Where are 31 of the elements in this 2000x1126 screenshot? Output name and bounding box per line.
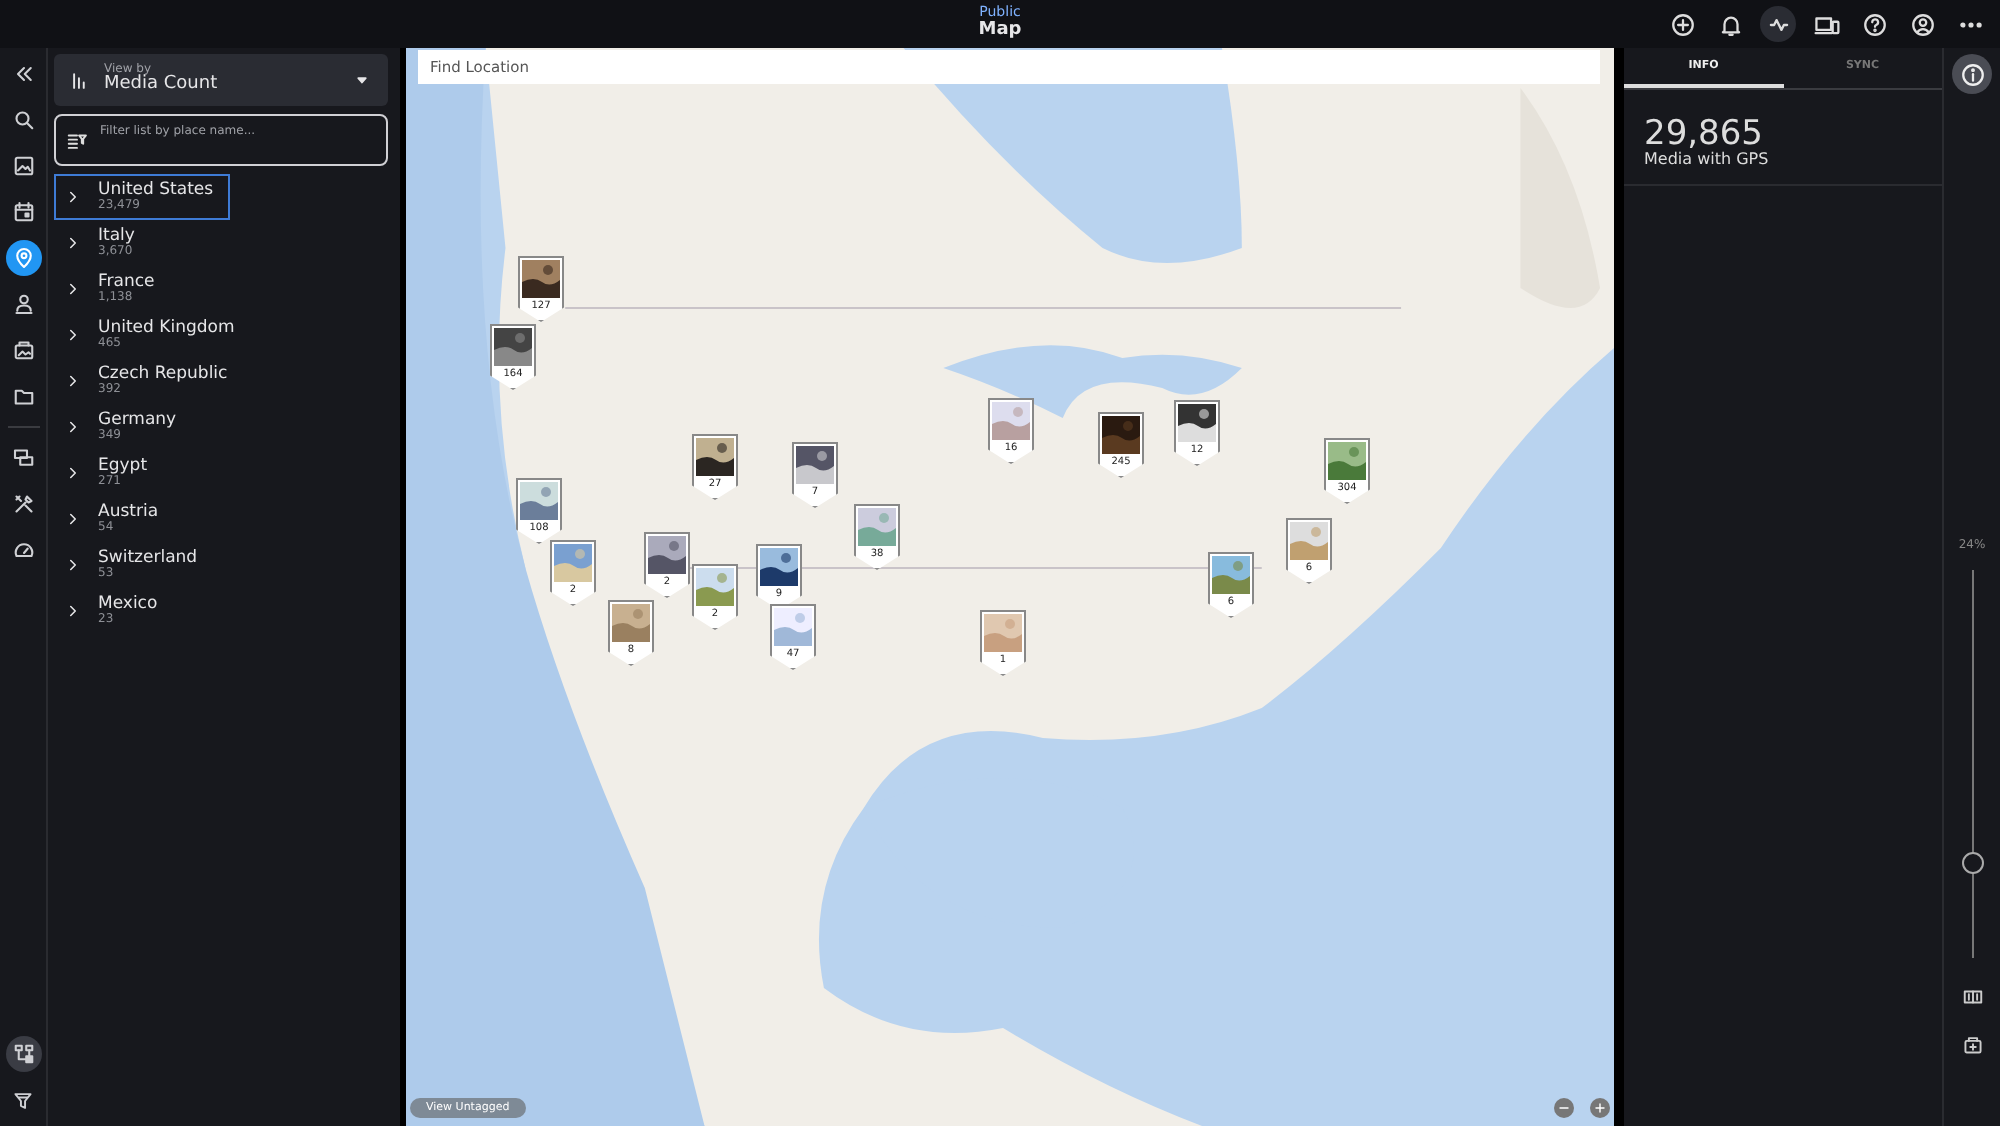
chevron-icon	[64, 372, 82, 390]
chevron-icon	[64, 464, 82, 482]
filter-list-icon	[66, 130, 88, 152]
info-icon[interactable]	[1952, 54, 1992, 94]
dropdown-value: Media Count	[104, 76, 220, 97]
place-name: Italy	[98, 227, 135, 246]
chevron-icon	[64, 510, 82, 528]
chevron-icon	[64, 326, 82, 344]
chevron-icon	[64, 280, 82, 298]
zoom-slider[interactable]	[1961, 570, 1983, 958]
place-name: Mexico	[98, 595, 158, 614]
hierarchy-icon[interactable]	[5, 1036, 41, 1072]
media-total: 29,865	[1644, 118, 1763, 152]
slider-thumb[interactable]	[1961, 852, 1983, 875]
place-name: France	[98, 273, 155, 292]
chevron-icon	[64, 418, 82, 436]
chevron-icon	[64, 556, 82, 574]
chevron-icon	[64, 602, 82, 620]
place-name: Switzerland	[98, 549, 198, 568]
place-name: Egypt	[98, 457, 148, 476]
chevron-icon	[64, 234, 82, 252]
page-title: Map	[978, 21, 1022, 42]
place-name: Germany	[98, 411, 177, 430]
chevron-icon	[64, 188, 82, 206]
place-name: Austria	[98, 503, 159, 522]
media-total-label: Media with GPS	[1644, 152, 1771, 168]
place-name: Czech Republic	[98, 365, 228, 384]
location-pin-icon[interactable]	[5, 240, 41, 276]
activity-icon[interactable]	[1760, 6, 1796, 42]
place-name: United States	[98, 181, 214, 200]
place-name: United Kingdom	[98, 319, 235, 338]
